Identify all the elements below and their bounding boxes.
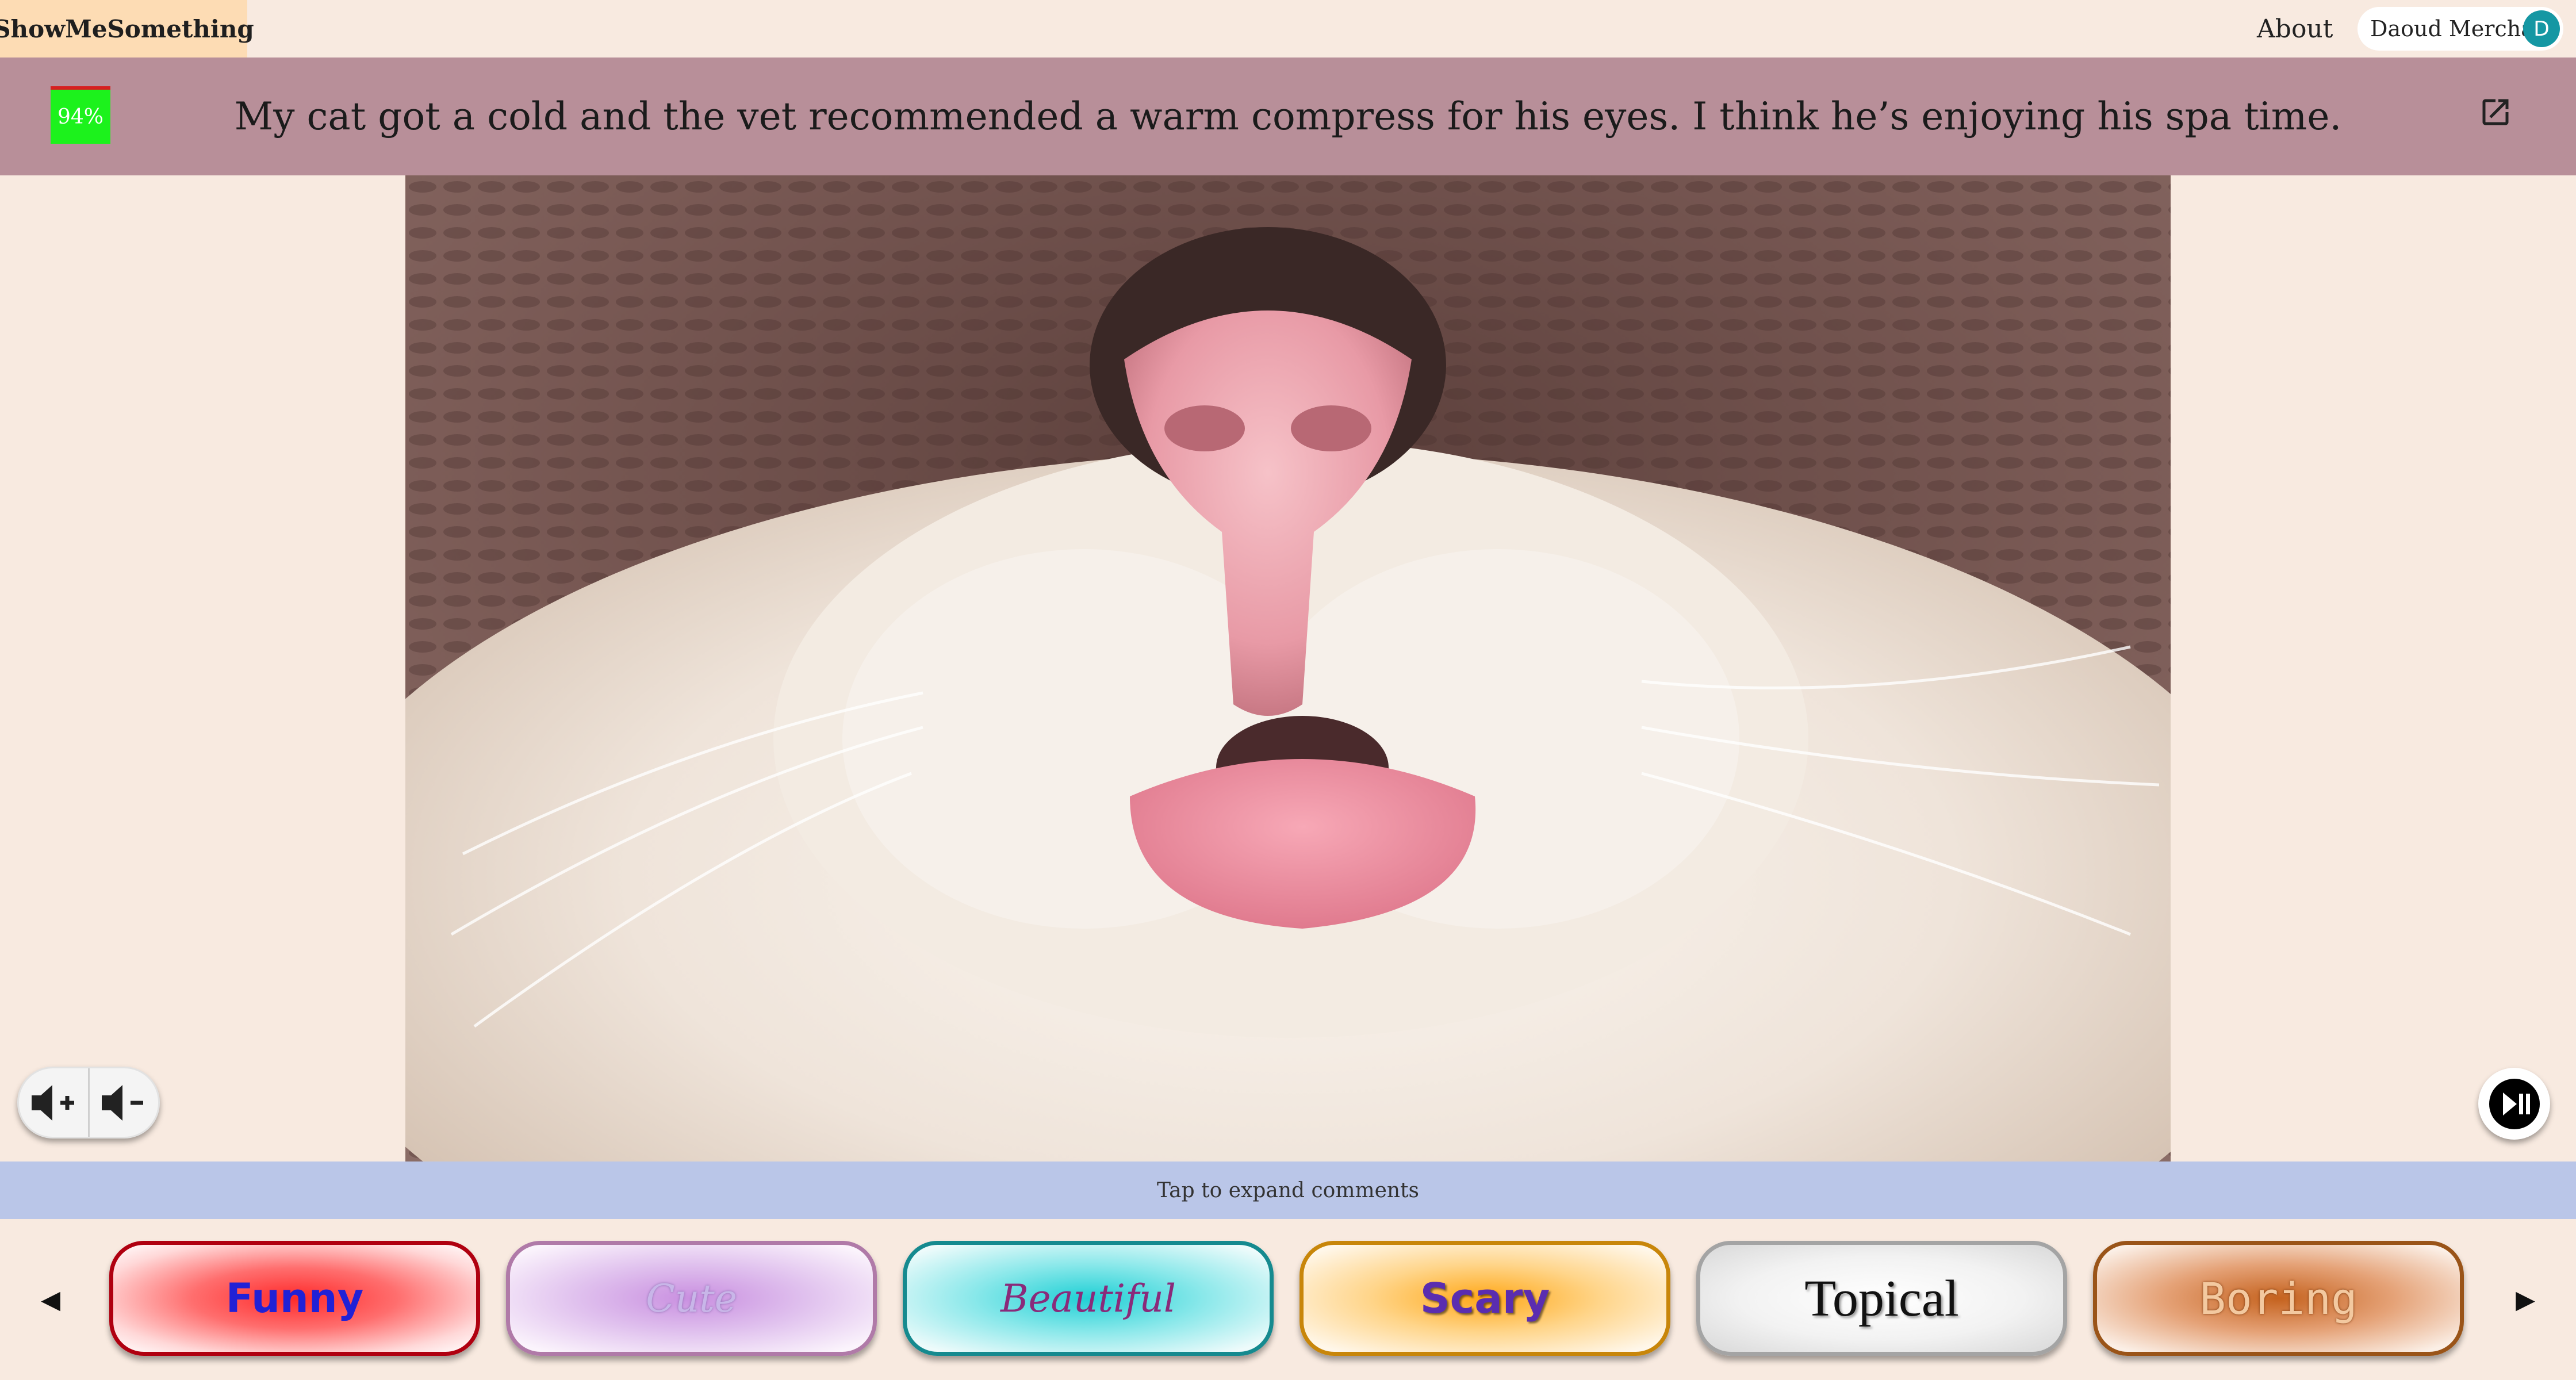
- reaction-beautiful-button[interactable]: Beautiful: [903, 1241, 1274, 1356]
- volume-controls: [17, 1067, 160, 1138]
- volume-up-icon: [31, 1084, 74, 1121]
- reaction-scary-button[interactable]: Scary: [1300, 1241, 1670, 1356]
- play-pause-icon: [2489, 1078, 2540, 1129]
- volume-down-button[interactable]: [87, 1068, 159, 1137]
- cat-image: [405, 175, 2171, 1162]
- reaction-topical-button[interactable]: Topical: [1696, 1241, 2067, 1356]
- top-nav: ShowMeSomething About Daoud Merchant D: [0, 0, 2576, 57]
- open-external-icon[interactable]: [2478, 95, 2513, 129]
- reaction-label: Funny: [225, 1275, 364, 1322]
- reaction-cute-button[interactable]: Cute: [506, 1241, 877, 1356]
- reaction-boring-button[interactable]: Boring: [2093, 1241, 2464, 1356]
- play-pause-button[interactable]: [2478, 1068, 2550, 1140]
- reaction-label: Cute: [646, 1276, 737, 1321]
- reaction-label: Boring: [2199, 1272, 2358, 1324]
- expand-comments-bar[interactable]: Tap to expand comments: [0, 1162, 2576, 1219]
- reaction-funny-button[interactable]: Funny: [109, 1241, 480, 1356]
- media-viewer[interactable]: [405, 175, 2171, 1162]
- about-link[interactable]: About: [2257, 0, 2333, 57]
- reaction-label: Scary: [1420, 1274, 1550, 1322]
- reaction-label: Topical: [1804, 1270, 1959, 1327]
- reactions-next-arrow[interactable]: ▶: [2508, 1271, 2543, 1328]
- reaction-label: Beautiful: [1000, 1276, 1176, 1321]
- score-badge: 94%: [51, 86, 110, 144]
- avatar: D: [2523, 10, 2560, 47]
- user-menu-button[interactable]: Daoud Merchant D: [2358, 7, 2563, 51]
- reactions-prev-arrow[interactable]: ◀: [33, 1271, 68, 1328]
- volume-up-button[interactable]: [19, 1068, 88, 1137]
- volume-down-icon: [102, 1084, 144, 1121]
- post-title: My cat got a cold and the vet recommende…: [234, 94, 2342, 139]
- brand-logo[interactable]: ShowMeSomething: [0, 0, 254, 57]
